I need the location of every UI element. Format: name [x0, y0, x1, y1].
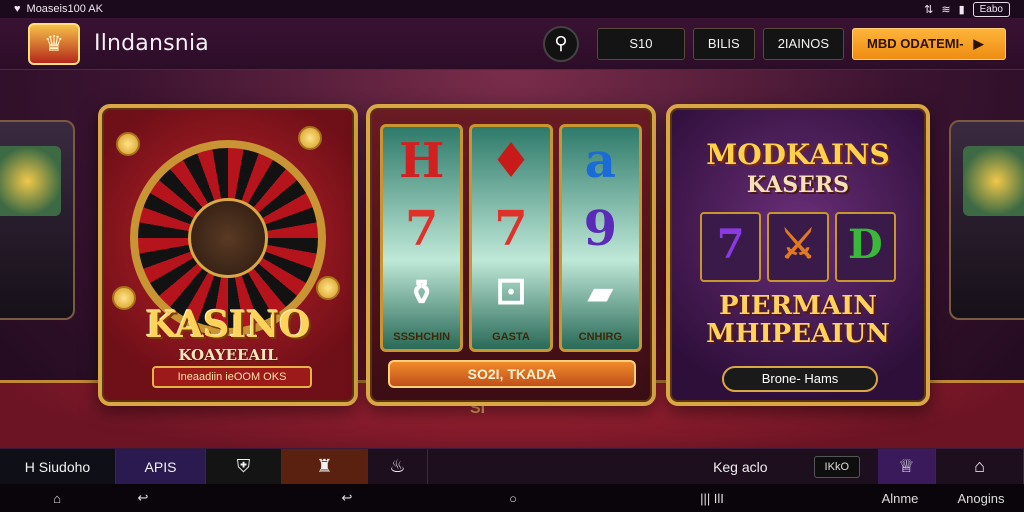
- dice-icon: ⚀: [496, 273, 526, 313]
- promo-subtitle: KASERS: [746, 172, 850, 198]
- back-nav-icon[interactable]: ↩: [126, 488, 160, 508]
- roulette-tagline: Ineaadiin ieOOM OKS: [152, 366, 312, 388]
- tab-bar-status: Keg aclo IKkO: [428, 449, 878, 484]
- tab-home-icon-slot[interactable]: ⌂: [936, 449, 1024, 484]
- crown-icon: ♕: [898, 456, 915, 476]
- header-button-2[interactable]: BILIS: [692, 27, 755, 60]
- header-button-1[interactable]: S10: [596, 27, 685, 60]
- slots-game-card[interactable]: H 7 ⚱ SSSHCHIN ♦ 7 ⚀ GASTA a 9 ▰ CNHIRG …: [366, 104, 656, 406]
- wifi-icon: ≋: [941, 3, 951, 16]
- bottom-tab-bar: H Siudoho APIS ⛨ ♜ ♨ Keg aclo IKkO ♕ ⌂: [0, 448, 1024, 484]
- reel-label: CNHIRG: [578, 331, 623, 343]
- promo-reels: 7 ⚔ D: [700, 212, 896, 282]
- slot-reel: a 9 ▰ CNHIRG: [558, 124, 642, 352]
- tab-crown[interactable]: ♕: [878, 449, 936, 484]
- slots-play-button[interactable]: SO2I, TKADA: [388, 360, 636, 388]
- promo-reel-symbol: 7: [700, 212, 762, 282]
- promo-reel-symbol: ⚔: [767, 212, 829, 282]
- tab-apis[interactable]: APIS: [116, 449, 206, 484]
- roulette-subtitle: KOAYEEAIL: [178, 346, 278, 364]
- tab-bar-label: Keg aclo: [713, 458, 768, 475]
- promo-game-card[interactable]: MODKAINS KASERS 7 ⚔ D PIERMAIN MHIPEAIUN…: [666, 104, 930, 406]
- shield-icon: ⛨: [236, 456, 251, 476]
- nav-label-home[interactable]: Alnme: [870, 488, 930, 508]
- cta-arrow-icon: ▶: [973, 35, 984, 51]
- fire-icon: ♨: [389, 456, 406, 476]
- status-bar: ♥ Moaseis100 AK ⇅ ≋ ▮ Eabo: [0, 0, 1024, 18]
- recents-nav-icon[interactable]: ||| IlI: [682, 488, 742, 508]
- tab-fire[interactable]: ♨: [368, 449, 428, 484]
- coin-icon: [116, 132, 140, 156]
- gold-bars-icon: ▰: [587, 273, 614, 313]
- slot-reel: H 7 ⚱ SSSHCHIN: [380, 124, 464, 352]
- tab-bar-chip[interactable]: IKkO: [813, 455, 860, 478]
- casino-lobby: SI KASINO KOAYEEAIL Ineaadiin ieOOM OKS …: [0, 70, 1024, 448]
- slot-machine-right-decor: [949, 120, 1024, 320]
- status-text: Moaseis100 AK: [26, 3, 103, 15]
- tab-shield[interactable]: ⛨: [206, 449, 282, 484]
- tab-studio[interactable]: H Siudoho: [0, 449, 116, 484]
- reel-top-symbol: ♦: [489, 133, 533, 189]
- cellular-icon: ▮: [958, 3, 965, 16]
- app-logo-icon[interactable]: ♛: [28, 22, 80, 65]
- signal-icon: ⇅: [924, 3, 934, 16]
- reel-middle-symbol: 9: [583, 201, 618, 257]
- tab-casino[interactable]: ♜: [282, 449, 368, 484]
- battery-indicator: Eabo: [972, 1, 1010, 17]
- app-title: Ilndansnia: [94, 31, 209, 56]
- app-header: ♛ Ilndansnia ⚲ S10 BILIS 2IAINOS MBD ODA…: [0, 18, 1024, 70]
- roulette-game-card[interactable]: KASINO KOAYEEAIL Ineaadiin ieOOM OKS: [98, 104, 358, 406]
- slot-machine-left-decor: [0, 120, 75, 320]
- roulette-title: KASINO: [145, 304, 311, 346]
- heart-icon: ♥: [14, 3, 21, 15]
- reel-label: GASTA: [492, 331, 530, 343]
- promo-headline-line1: PIERMAIN: [718, 291, 878, 321]
- promo-title: MODKAINS: [706, 138, 890, 171]
- system-nav-bar: ⌂ ↩ ↩ ○ ||| IlI Alnme Anogins: [0, 484, 1024, 512]
- coin-icon: [298, 126, 322, 150]
- slot-reels: H 7 ⚱ SSSHCHIN ♦ 7 ⚀ GASTA a 9 ▰ CNHIRG: [380, 124, 642, 352]
- promo-headline-line2: MHIPEAIUN: [706, 319, 890, 349]
- search-icon[interactable]: ⚲: [542, 25, 579, 62]
- reel-label: SSSHCHIN: [393, 331, 451, 343]
- treasure-icon: ⚱: [407, 273, 436, 313]
- house-icon: ⌂: [974, 456, 985, 476]
- circle-nav-icon[interactable]: ○: [496, 488, 530, 508]
- header-button-3[interactable]: 2IAINOS: [762, 27, 844, 60]
- reel-middle-symbol: 7: [404, 201, 439, 257]
- header-cta-button[interactable]: MBD ODATEMI- ▶: [852, 27, 1006, 60]
- promo-reel-symbol: D: [834, 212, 896, 282]
- reel-top-symbol: a: [584, 133, 616, 189]
- nav-label-logins[interactable]: Anogins: [946, 488, 1016, 508]
- reel-top-symbol: H: [398, 133, 445, 189]
- promo-headline: PIERMAIN MHIPEAIUN: [670, 292, 926, 348]
- back-nav-icon-secondary[interactable]: ↩: [330, 488, 364, 508]
- header-cta-label: MBD ODATEMI-: [867, 36, 964, 51]
- casino-chest-icon: ♜: [316, 456, 333, 476]
- coin-icon: [316, 276, 340, 300]
- home-nav-icon[interactable]: ⌂: [40, 488, 74, 508]
- promo-button[interactable]: Brone- Hams: [722, 366, 878, 392]
- reel-middle-symbol: 7: [494, 201, 528, 257]
- slot-reel: ♦ 7 ⚀ GASTA: [469, 124, 553, 352]
